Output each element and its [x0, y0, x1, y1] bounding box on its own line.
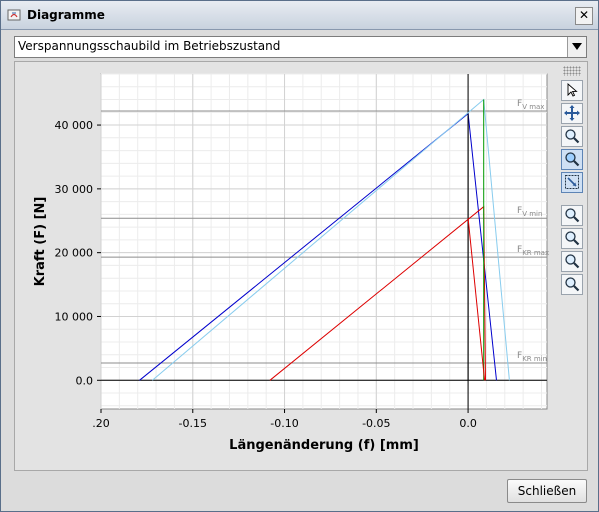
chevron-down-icon — [572, 43, 582, 50]
y-axis-label: Kraft (F) [N] — [33, 197, 48, 287]
x-tick-label: 0.0 — [459, 417, 477, 430]
close-icon: ✕ — [578, 8, 590, 22]
y-tick-label: 10 000 — [55, 310, 94, 323]
x-tick-label: -0.10 — [270, 417, 298, 430]
java-app-icon — [7, 9, 21, 21]
close-button[interactable]: Schließen — [507, 479, 587, 503]
zoom-out-button[interactable] — [561, 228, 583, 249]
zoom-in-icon — [565, 208, 580, 223]
zoom-x-button[interactable] — [561, 251, 583, 272]
x-tick-label: .20 — [92, 417, 110, 430]
x-tick-label: -0.05 — [362, 417, 390, 430]
x-tick-label: -0.15 — [179, 417, 207, 430]
plot-area — [100, 73, 548, 410]
reference-label-sub: KR max — [522, 249, 549, 257]
zoom-rect-tool-button[interactable] — [561, 149, 583, 170]
y-tick-label: 30 000 — [55, 183, 94, 196]
zoom-active-icon — [565, 152, 580, 167]
diagram-window: Diagramme ✕ Verspannungsschaubild im Bet… — [0, 0, 599, 512]
x-axis-label: Längenänderung (f) [mm] — [229, 438, 419, 453]
zoom-tool-button[interactable] — [561, 126, 583, 147]
window-title: Diagramme — [27, 8, 105, 22]
pointer-tool-button[interactable] — [561, 80, 583, 101]
zoom-icon — [565, 129, 580, 144]
close-window-button[interactable]: ✕ — [575, 7, 593, 25]
reference-label-sub: V max — [522, 103, 544, 111]
dropdown-arrow-button[interactable] — [567, 37, 586, 57]
pan-icon — [564, 105, 580, 121]
zoom-fit-tool-button[interactable] — [561, 172, 583, 193]
toolbar-grip[interactable] — [563, 66, 581, 76]
zoom-y-icon — [565, 277, 580, 292]
title-bar[interactable]: Diagramme ✕ — [1, 1, 598, 30]
chart-panel: FV max FV min FKR max FKR min 0.0 10 000 20 00… — [14, 61, 588, 471]
zoom-x-icon — [565, 254, 580, 269]
reference-label-sub: KR min — [522, 355, 547, 363]
zoom-fit-icon — [565, 175, 579, 189]
y-tick-label: 40 000 — [55, 119, 94, 132]
pan-tool-button[interactable] — [561, 103, 583, 124]
diagram-type-select[interactable]: Verspannungsschaubild im Betriebszustand — [14, 36, 587, 58]
force-deformation-chart[interactable]: FV maxFV minFKR maxFKR min0.010 00020 00… — [15, 62, 561, 470]
y-tick-label: 0.0 — [76, 374, 94, 387]
zoom-y-button[interactable] — [561, 274, 583, 295]
reference-label-sub: V min — [522, 210, 542, 218]
zoom-in-button[interactable] — [561, 205, 583, 226]
zoom-out-icon — [565, 231, 580, 246]
pointer-icon — [567, 83, 578, 97]
y-tick-label: 20 000 — [55, 247, 94, 260]
diagram-type-selected: Verspannungsschaubild im Betriebszustand — [18, 39, 281, 53]
